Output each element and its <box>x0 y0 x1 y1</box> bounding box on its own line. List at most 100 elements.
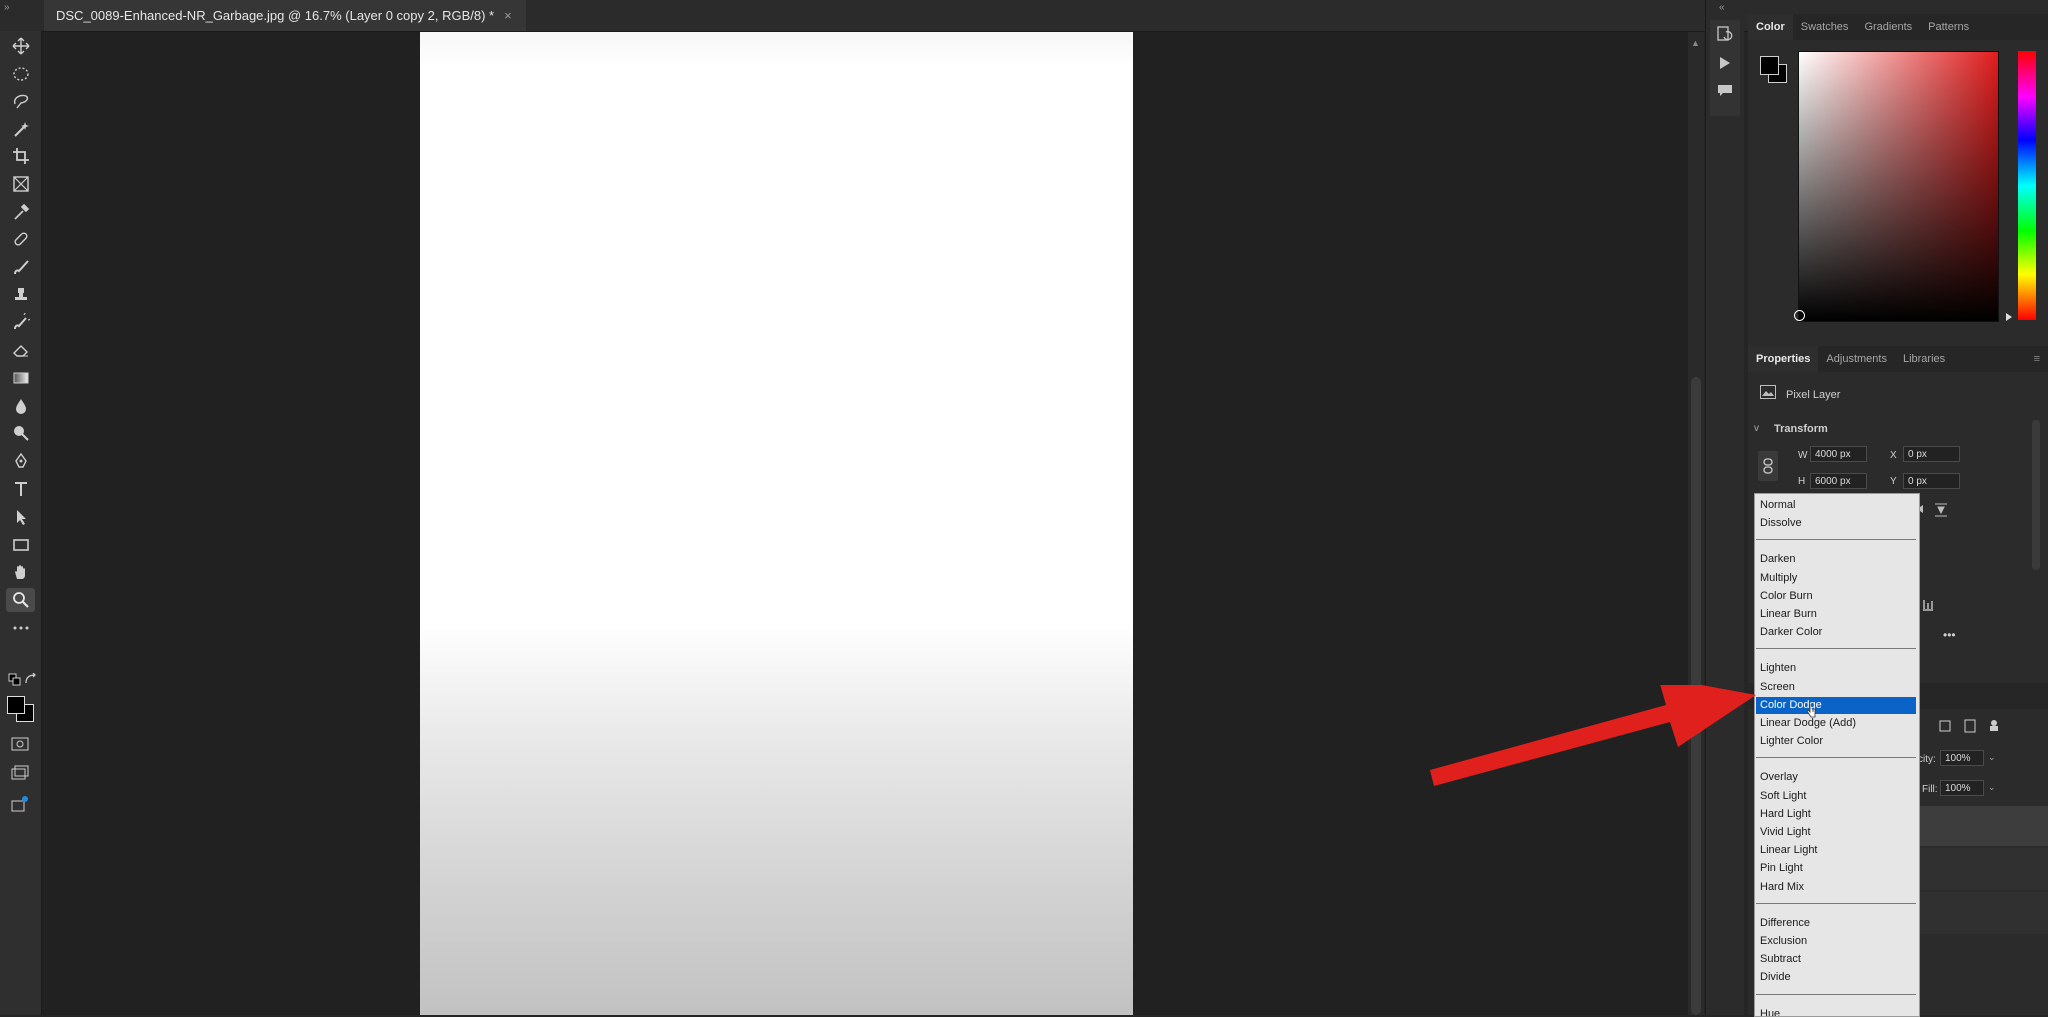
tab-adjustments[interactable]: Adjustments <box>1818 353 1895 365</box>
panel-icon-group <box>1710 20 1740 116</box>
align-bottom-icon[interactable] <box>1922 598 1934 612</box>
share-icon[interactable] <box>11 795 29 813</box>
blend-mode-option-hard-light[interactable]: Hard Light <box>1756 806 1916 823</box>
menu-separator <box>1756 993 1916 995</box>
opacity-field[interactable]: 100% <box>1940 750 1984 766</box>
blend-mode-option-subtract[interactable]: Subtract <box>1756 951 1916 968</box>
type-icon[interactable] <box>6 477 35 501</box>
zoom-icon[interactable] <box>6 588 35 612</box>
canvas-vertical-scrollbar[interactable]: ▲ <box>1688 32 1704 1015</box>
layer-row[interactable] <box>1918 892 2048 934</box>
scroll-up-icon[interactable]: ▲ <box>1691 38 1700 48</box>
document-canvas[interactable] <box>420 32 1133 1015</box>
y-field[interactable]: 0 px <box>1903 473 1960 489</box>
close-icon[interactable]: × <box>504 8 512 23</box>
rectangle-icon[interactable] <box>6 533 35 557</box>
blend-mode-option-color-dodge[interactable]: Color Dodge <box>1756 696 1916 714</box>
height-field[interactable]: 6000 px <box>1810 473 1867 489</box>
blend-mode-option-pin-light[interactable]: Pin Light <box>1756 860 1916 877</box>
path-select-icon[interactable] <box>6 505 35 529</box>
blend-mode-option-dissolve[interactable]: Dissolve <box>1756 515 1916 532</box>
brush-icon[interactable] <box>6 255 35 279</box>
frame-icon[interactable] <box>6 172 35 196</box>
marquee-icon[interactable] <box>6 62 35 86</box>
foreground-color-swatch[interactable] <box>1760 56 1779 75</box>
crop-icon[interactable] <box>6 144 35 168</box>
more-options-icon[interactable]: ••• <box>1943 628 1956 642</box>
blend-mode-option-vivid-light[interactable]: Vivid Light <box>1756 824 1916 841</box>
blend-mode-option-lighter-color[interactable]: Lighter Color <box>1756 733 1916 750</box>
link-icon[interactable] <box>1758 451 1778 481</box>
blend-mode-option-linear-light[interactable]: Linear Light <box>1756 842 1916 859</box>
layer-row[interactable] <box>1918 848 2048 890</box>
eyedropper-icon[interactable] <box>6 200 35 224</box>
blend-mode-option-hue[interactable]: Hue <box>1756 1006 1916 1016</box>
blend-mode-option-divide[interactable]: Divide <box>1756 969 1916 986</box>
blend-mode-option-darker-color[interactable]: Darker Color <box>1756 624 1916 641</box>
blend-mode-option-linear-dodge-add[interactable]: Linear Dodge (Add) <box>1756 715 1916 732</box>
hue-slider-handle[interactable] <box>2006 313 2012 321</box>
more-icon[interactable] <box>6 616 35 640</box>
blend-mode-option-normal[interactable]: Normal <box>1756 497 1916 514</box>
blend-mode-option-screen[interactable]: Screen <box>1756 679 1916 696</box>
dodge-icon[interactable] <box>6 421 35 445</box>
blend-mode-option-linear-burn[interactable]: Linear Burn <box>1756 606 1916 623</box>
fill-field[interactable]: 100% <box>1940 780 1984 796</box>
healing-icon[interactable] <box>6 227 35 251</box>
blend-mode-option-difference[interactable]: Difference <box>1756 915 1916 932</box>
properties-scrollbar[interactable] <box>2032 420 2040 570</box>
tab-properties[interactable]: Properties <box>1748 346 1819 372</box>
blend-mode-option-color-burn[interactable]: Color Burn <box>1756 588 1916 605</box>
chevron-down-icon[interactable]: v <box>1754 423 1759 434</box>
blur-icon[interactable] <box>6 394 35 418</box>
actions-play-icon[interactable] <box>1718 56 1732 70</box>
blend-mode-option-lighten[interactable]: Lighten <box>1756 660 1916 677</box>
blend-mode-option-multiply[interactable]: Multiply <box>1756 570 1916 587</box>
tab-libraries[interactable]: Libraries <box>1895 353 1953 365</box>
blend-mode-option-soft-light[interactable]: Soft Light <box>1756 788 1916 805</box>
fill-label: Fill: <box>1922 784 1938 795</box>
tab-color[interactable]: Color <box>1748 14 1793 40</box>
swap-colors-icon[interactable] <box>24 672 42 691</box>
layer-row-selected[interactable] <box>1918 806 2048 846</box>
blend-mode-option-exclusion[interactable]: Exclusion <box>1756 933 1916 950</box>
transform-section-title[interactable]: Transform <box>1774 423 1828 435</box>
comments-icon[interactable] <box>1717 84 1733 98</box>
width-field[interactable]: 4000 px <box>1810 446 1867 462</box>
align-vertical-center-icon[interactable] <box>1934 503 1948 517</box>
document-tab[interactable]: DSC_0089-Enhanced-NR_Garbage.jpg @ 16.7%… <box>44 0 526 31</box>
x-field[interactable]: 0 px <box>1903 446 1960 462</box>
blend-mode-dropdown-menu[interactable]: Normal Dissolve Darken Multiply Color Burn Li… <box>1754 493 1920 1017</box>
properties-panel-tabs: Properties Adjustments Libraries ≡ <box>1748 346 2048 372</box>
hand-icon[interactable] <box>6 560 35 584</box>
blend-mode-option-darken[interactable]: Darken <box>1756 551 1916 568</box>
history-brush-icon[interactable] <box>6 310 35 334</box>
color-picker-field[interactable] <box>1794 51 1999 322</box>
panel-menu-icon[interactable]: ≡ <box>2026 353 2048 365</box>
move-icon[interactable] <box>6 34 35 58</box>
fill-dropdown-icon[interactable]: ⌄ <box>1988 782 1996 793</box>
opacity-dropdown-icon[interactable]: ⌄ <box>1988 752 1996 763</box>
eraser-icon[interactable] <box>6 338 35 362</box>
screen-mode-icon[interactable] <box>11 765 29 783</box>
magic-wand-icon[interactable] <box>6 117 35 141</box>
quick-mask-icon[interactable] <box>11 736 29 754</box>
stamp-icon[interactable] <box>6 282 35 306</box>
lock-artboard-icon[interactable] <box>1964 719 1976 733</box>
lasso-icon[interactable] <box>6 89 35 113</box>
pen-icon[interactable] <box>6 449 35 473</box>
color-picker-cursor[interactable] <box>1794 310 1805 321</box>
collapse-panels-icon[interactable]: « <box>1719 2 1724 13</box>
blend-mode-option-overlay[interactable]: Overlay <box>1756 769 1916 786</box>
tab-swatches[interactable]: Swatches <box>1793 21 1857 33</box>
lock-transform-icon[interactable] <box>1938 719 1952 733</box>
gradient-icon[interactable] <box>6 366 35 390</box>
tab-gradients[interactable]: Gradients <box>1856 21 1920 33</box>
history-icon[interactable] <box>1717 26 1733 42</box>
blend-mode-option-hard-mix[interactable]: Hard Mix <box>1756 879 1916 896</box>
toolbar-foreground-color-swatch[interactable] <box>7 696 25 714</box>
tab-patterns[interactable]: Patterns <box>1920 21 1977 33</box>
hue-slider[interactable] <box>2006 51 2036 321</box>
mouse-cursor-icon <box>1806 703 1816 719</box>
lock-all-icon[interactable] <box>1988 718 2000 732</box>
